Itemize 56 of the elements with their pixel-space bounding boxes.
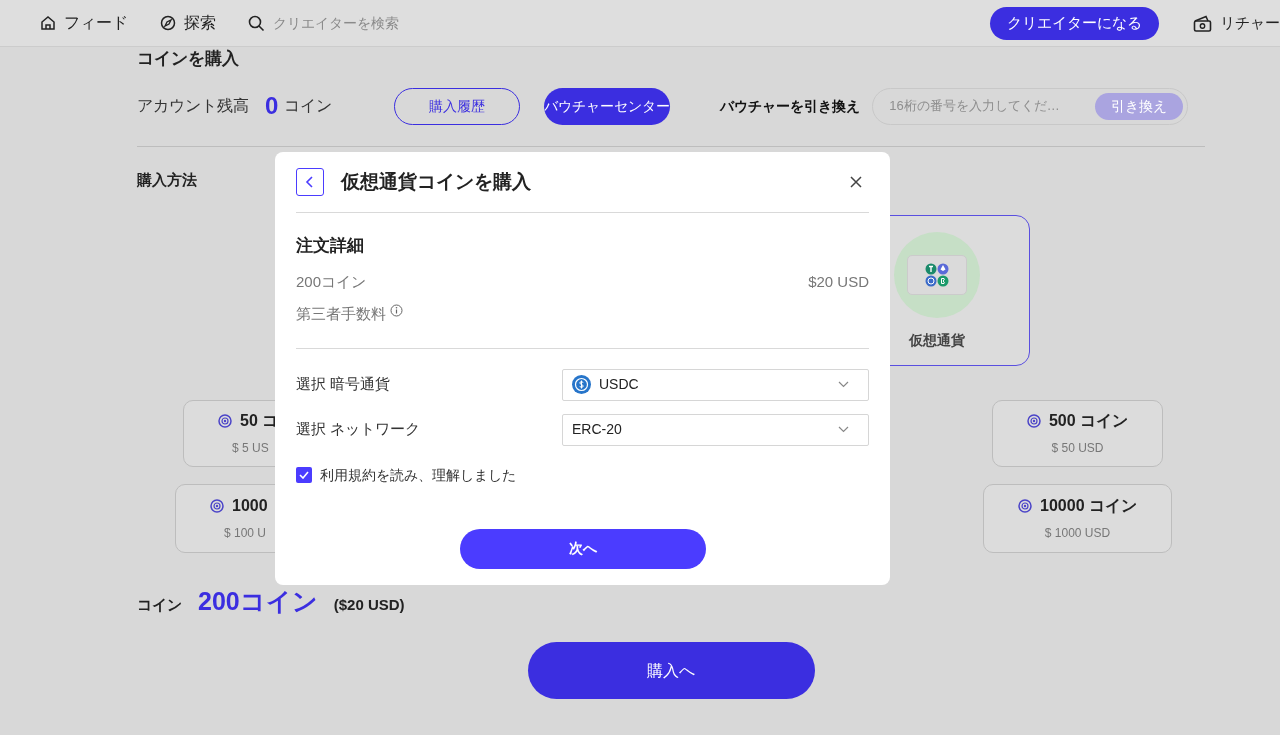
dropdown[interactable]: USDC [562,368,869,401]
chevron-left-icon [305,176,315,188]
payment-method-label: 購入方法 [137,170,197,190]
dropdown-value: USDC [599,375,640,394]
dropdown-value: ERC-20 [572,420,623,439]
coin-amount: 50 コ [240,411,279,431]
info-icon[interactable] [390,304,403,317]
coin-amount: 1000 [232,496,268,516]
coin-package-card[interactable]: 10000 コイン $ 1000 USD [983,483,1172,553]
chevron-down-icon [838,381,849,388]
coin-amount: 500 コイン [1048,411,1129,431]
chevron-down-icon [838,426,849,433]
summary-price: ($20 USD) [333,594,405,615]
coin-price: $ 50 USD [1051,440,1104,457]
balance-label: アカウント残高 [137,96,249,116]
terms-checkbox[interactable] [296,467,312,483]
select-label: 選択 暗号通貨 [296,374,392,395]
wallet-icon [1193,14,1212,32]
balance-amount: 0 [265,91,279,121]
section-title: 注文詳細 [296,235,365,257]
coin-icon [1018,499,1033,513]
nav-link[interactable]: 探索 [160,11,216,35]
become-creator-button[interactable]: クリエイターになる [990,6,1159,40]
fee-label: 第三者手数料 [296,304,386,324]
modal-title: 仮想通貨コインを購入 [341,169,532,194]
search-icon [248,14,265,32]
coin-price: $ 5 US [231,440,269,457]
terms-label: 利用規約を読み、理解しました [320,465,516,485]
nav-link[interactable]: フィード [40,11,128,35]
redeem-label: バウチャーを引き換え [720,96,861,116]
buy-button[interactable]: 購入へ [527,642,815,699]
close-icon [850,176,862,188]
coin-amount: 10000 コイン [1040,496,1137,516]
coin-icon [218,414,232,428]
coin-price: $ 1000 USD [1044,525,1111,542]
method-label: 仮想通貨 [909,330,965,350]
close-button[interactable] [848,174,864,190]
voucher-center-button[interactable]: バウチャーセンター [544,87,671,125]
summary-coins: 200コイン [198,585,318,617]
back-button[interactable] [296,168,324,196]
recharge-link[interactable]: リチャー [1193,11,1280,35]
coin-icon [210,499,224,513]
usdc-icon [572,375,591,394]
dropdown[interactable]: ERC-20 [562,413,869,446]
compass-icon [160,15,176,31]
coin-icon [1026,414,1041,428]
page-title: コインを購入 [137,49,240,69]
coin-package-card[interactable]: 500 コイン $ 50 USD [992,399,1163,467]
search-field[interactable]: クリエイターを検索 [273,12,523,34]
summary-label: コイン [137,594,182,615]
balance-unit: コイン [284,96,333,116]
home-icon [40,15,56,31]
next-button[interactable]: 次へ [459,528,706,569]
coin-price: $ 100 U [223,525,267,542]
order-item: 200コイン [296,271,367,292]
checkmark-icon [299,471,309,479]
